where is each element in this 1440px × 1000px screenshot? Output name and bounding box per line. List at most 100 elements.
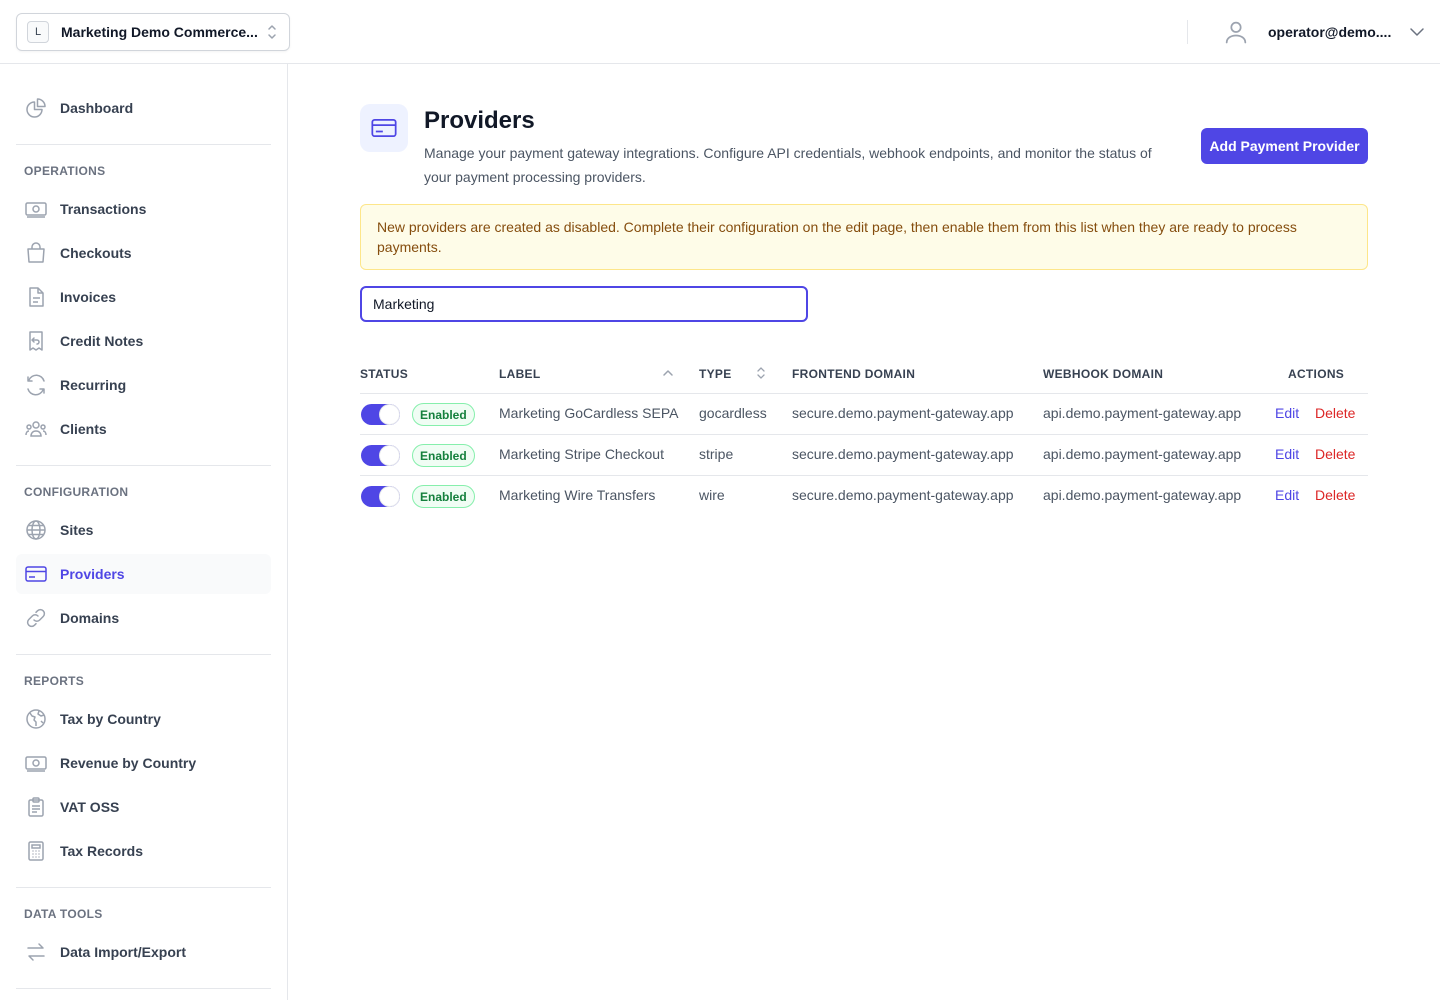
table-row: Enabled Marketing Stripe Checkout stripe…	[360, 435, 1368, 476]
sidebar-divider	[16, 654, 271, 655]
status-toggle[interactable]	[361, 404, 400, 425]
refresh-icon	[27, 374, 45, 396]
delete-link[interactable]: Delete	[1315, 446, 1355, 462]
table-header: STATUS LABEL TYPE FRONTEND DOMAIN WEBHOO…	[360, 356, 1368, 394]
sidebar-item-credit-notes[interactable]: Credit Notes	[16, 321, 271, 361]
sidebar-item-checkouts[interactable]: Checkouts	[16, 233, 271, 273]
banknote-icon	[25, 756, 47, 772]
column-header-status[interactable]: STATUS	[360, 367, 408, 381]
edit-link[interactable]: Edit	[1275, 405, 1299, 421]
sidebar-item-label: Dashboard	[60, 100, 134, 116]
column-header-label[interactable]: LABEL	[499, 367, 541, 381]
sidebar-item-revenue-by-country[interactable]: Revenue by Country	[16, 743, 271, 783]
provider-type: gocardless	[699, 405, 767, 421]
sidebar-item-label: Domains	[60, 610, 120, 626]
sidebar-item-label: VAT OSS	[60, 799, 120, 815]
main-content: Providers Manage your payment gateway in…	[289, 64, 1440, 1000]
frontend-domain: secure.demo.payment-gateway.app	[792, 446, 1014, 462]
sidebar-item-tax-records[interactable]: Tax Records	[16, 831, 271, 871]
column-header-actions: ACTIONS	[1288, 367, 1345, 381]
sidebar-item-label: Tax by Country	[60, 711, 161, 727]
section-title-configuration: CONFIGURATION	[24, 485, 129, 499]
sidebar-item-tax-by-country[interactable]: Tax by Country	[16, 699, 271, 739]
sidebar-item-providers[interactable]: Providers	[16, 554, 271, 594]
chevron-down-icon	[1410, 28, 1425, 36]
sidebar-divider	[16, 465, 271, 466]
organization-selector[interactable]: L Marketing Demo Commerce...	[16, 13, 290, 51]
provider-label: Marketing Wire Transfers	[499, 487, 656, 503]
provider-type: stripe	[699, 446, 734, 462]
topbar-divider	[1187, 20, 1188, 44]
sidebar-item-recurring[interactable]: Recurring	[16, 365, 271, 405]
pie-chart-icon	[26, 98, 46, 118]
sidebar-item-label: Revenue by Country	[60, 755, 197, 771]
providers-table: STATUS LABEL TYPE FRONTEND DOMAIN WEBHOO…	[360, 356, 1368, 517]
provider-label: Marketing Stripe Checkout	[499, 446, 664, 462]
section-title-operations: OPERATIONS	[24, 164, 106, 178]
webhook-domain: api.demo.payment-gateway.app	[1043, 405, 1242, 421]
top-bar: L Marketing Demo Commerce... operator@de…	[0, 0, 1440, 64]
arrows-right-left-icon	[27, 943, 45, 961]
user-icon	[1225, 21, 1247, 44]
receipt-refund-icon	[29, 331, 43, 351]
section-title-reports: REPORTS	[24, 674, 85, 688]
sidebar-item-sites[interactable]: Sites	[16, 510, 271, 550]
status-toggle[interactable]	[361, 486, 400, 507]
status-badge: Enabled	[412, 403, 475, 426]
frontend-domain: secure.demo.payment-gateway.app	[792, 487, 1014, 503]
shopping-bag-icon	[27, 242, 45, 263]
sidebar-item-label: Sites	[60, 522, 94, 538]
section-title-data-tools: DATA TOOLS	[24, 907, 103, 921]
table-row: Enabled Marketing GoCardless SEPA gocard…	[360, 394, 1368, 435]
notice-banner: New providers are created as disabled. C…	[360, 204, 1368, 270]
sidebar-item-label: Data Import/Export	[60, 944, 187, 960]
webhook-domain: api.demo.payment-gateway.app	[1043, 446, 1242, 462]
sidebar-item-clients[interactable]: Clients	[16, 409, 271, 449]
edit-link[interactable]: Edit	[1275, 446, 1299, 462]
sidebar-item-label: Providers	[60, 566, 125, 582]
sidebar-item-transactions[interactable]: Transactions	[16, 189, 271, 229]
search-input[interactable]	[360, 286, 808, 322]
sidebar-item-vat-oss[interactable]: VAT OSS	[16, 787, 271, 827]
sidebar-item-label: Transactions	[60, 201, 147, 217]
link-icon	[26, 608, 46, 628]
sidebar-item-domains[interactable]: Domains	[16, 598, 271, 638]
globe-icon	[26, 520, 46, 540]
add-payment-provider-button[interactable]: Add Payment Provider	[1201, 128, 1368, 164]
delete-link[interactable]: Delete	[1315, 405, 1355, 421]
document-icon	[29, 287, 44, 307]
provider-label: Marketing GoCardless SEPA	[499, 405, 679, 421]
status-badge: Enabled	[412, 485, 475, 508]
sidebar-divider	[16, 988, 271, 989]
banknote-icon	[25, 202, 47, 218]
sidebar-divider	[16, 144, 271, 145]
sidebar-item-label: Credit Notes	[60, 333, 144, 349]
credit-card-icon	[371, 118, 397, 138]
chevron-up-down-icon	[268, 25, 276, 39]
edit-link[interactable]: Edit	[1275, 487, 1299, 503]
sidebar-item-label: Recurring	[60, 377, 127, 393]
column-header-frontend-domain[interactable]: FRONTEND DOMAIN	[792, 367, 915, 381]
frontend-domain: secure.demo.payment-gateway.app	[792, 405, 1014, 421]
sidebar-item-dashboard[interactable]: Dashboard	[16, 88, 271, 128]
sidebar: Dashboard OPERATIONS Transactions Checko…	[0, 64, 288, 1000]
delete-link[interactable]: Delete	[1315, 487, 1355, 503]
org-name: Marketing Demo Commerce...	[61, 24, 258, 40]
column-header-type[interactable]: TYPE	[699, 367, 732, 381]
org-badge: L	[27, 21, 49, 43]
sidebar-item-invoices[interactable]: Invoices	[16, 277, 271, 317]
calculator-icon	[28, 841, 44, 861]
sidebar-item-label: Tax Records	[60, 843, 143, 859]
sidebar-item-label: Invoices	[60, 289, 117, 305]
sidebar-item-label: Checkouts	[60, 245, 132, 261]
globe-alt-icon	[26, 709, 46, 729]
clipboard-icon	[28, 797, 44, 817]
chevron-up-down-icon[interactable]	[754, 366, 768, 380]
column-header-webhook-domain[interactable]: WEBHOOK DOMAIN	[1043, 367, 1163, 381]
table-row: Enabled Marketing Wire Transfers wire se…	[360, 476, 1368, 517]
chevron-up-icon[interactable]	[661, 366, 675, 380]
user-menu[interactable]: operator@demo....	[1222, 16, 1425, 48]
sidebar-item-label: Clients	[60, 421, 107, 437]
status-toggle[interactable]	[361, 445, 400, 466]
sidebar-item-data-import-export[interactable]: Data Import/Export	[16, 932, 271, 972]
